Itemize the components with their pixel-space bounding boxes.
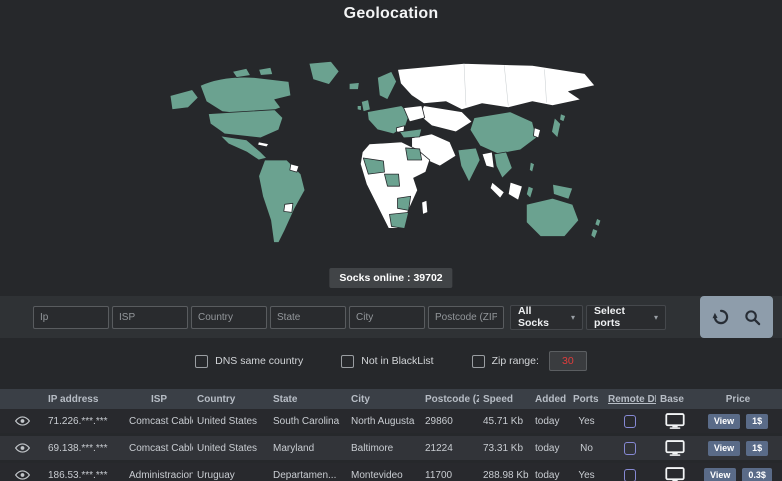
- socks-type-value: All Socks: [518, 305, 565, 329]
- checkbox-box[interactable]: [195, 355, 208, 368]
- isp-filter-input[interactable]: [112, 306, 188, 329]
- header-ports: Ports: [569, 394, 604, 405]
- cell-postcode: 21224: [421, 443, 479, 454]
- ports-value: Select ports: [594, 305, 648, 329]
- cell-speed: 73.31 Kb: [479, 443, 531, 454]
- cell-postcode: 29860: [421, 416, 479, 427]
- header-price: Price: [694, 394, 782, 405]
- header-city: City: [347, 394, 421, 405]
- cell-state: South Carolina: [269, 416, 347, 427]
- cell-state: Maryland: [269, 443, 347, 454]
- page-title: Geolocation: [0, 5, 782, 23]
- cell-added: today: [531, 470, 569, 481]
- view-button[interactable]: View: [708, 441, 740, 456]
- table-row[interactable]: 69.138.***.*** Comcast Cable ... United …: [0, 436, 782, 460]
- checkbox-box[interactable]: [472, 355, 485, 368]
- filter-actions: [700, 296, 773, 338]
- header-added: Added: [531, 394, 569, 405]
- table-row[interactable]: 71.226.***.*** Comcast Cable ... United …: [0, 409, 782, 433]
- header-base: Base: [656, 394, 694, 405]
- filter-bar: All Socks ▾ Select ports ▾: [0, 296, 782, 338]
- eye-icon[interactable]: [15, 443, 30, 453]
- remote-dns-checkbox[interactable]: [624, 469, 636, 481]
- header-speed: Speed: [479, 394, 531, 405]
- zip-range-group: Zip range:: [472, 351, 587, 371]
- cell-added: today: [531, 416, 569, 427]
- chevron-down-icon: ▾: [571, 313, 575, 322]
- checkbox-label: Zip range:: [492, 355, 539, 367]
- not-in-blacklist-checkbox[interactable]: Not in BlackList: [341, 355, 433, 368]
- cell-ports: Yes: [569, 470, 604, 481]
- search-button[interactable]: [744, 309, 761, 326]
- header-ip: IP address: [44, 394, 125, 405]
- checkbox-label: Not in BlackList: [361, 355, 433, 367]
- socks-table: IP address ISP Country State City Postco…: [0, 389, 782, 481]
- cell-city: North Augusta: [347, 416, 421, 427]
- eye-icon[interactable]: [15, 416, 30, 426]
- header-state: State: [269, 394, 347, 405]
- filter-options-row: DNS same country Not in BlackList Zip ra…: [0, 346, 782, 376]
- header-remote-dns[interactable]: Remote DNS: [604, 394, 656, 405]
- cell-speed: 45.71 Kb: [479, 416, 531, 427]
- checkbox-label: DNS same country: [215, 355, 303, 367]
- cell-city: Montevideo: [347, 470, 421, 481]
- monitor-icon: [665, 467, 685, 481]
- price-button[interactable]: 1$: [746, 441, 768, 456]
- view-button[interactable]: View: [704, 468, 736, 481]
- chevron-down-icon: ▾: [654, 313, 658, 322]
- dns-same-country-checkbox[interactable]: DNS same country: [195, 355, 303, 368]
- cell-state: Departamen...: [269, 470, 347, 481]
- country-filter-input[interactable]: [191, 306, 267, 329]
- monitor-icon: [665, 440, 685, 456]
- postcode-filter-input[interactable]: [428, 306, 504, 329]
- ports-select[interactable]: Select ports ▾: [586, 305, 666, 330]
- eye-icon[interactable]: [15, 470, 30, 480]
- refresh-button[interactable]: [712, 308, 730, 326]
- cell-isp: Comcast Cable ...: [125, 416, 193, 427]
- cell-ip: 69.138.***.***: [44, 443, 125, 454]
- cell-postcode: 11700: [421, 470, 479, 481]
- world-map-svg[interactable]: [162, 56, 620, 260]
- price-button[interactable]: 0.3$: [742, 468, 772, 481]
- cell-country: United States: [193, 416, 269, 427]
- remote-dns-checkbox[interactable]: [624, 415, 636, 428]
- ip-filter-input[interactable]: [33, 306, 109, 329]
- search-icon: [744, 309, 761, 326]
- cell-country: United States: [193, 443, 269, 454]
- zip-range-checkbox[interactable]: Zip range:: [472, 355, 539, 368]
- header-country: Country: [193, 394, 269, 405]
- cell-ports: No: [569, 443, 604, 454]
- monitor-icon: [665, 413, 685, 429]
- cell-city: Baltimore: [347, 443, 421, 454]
- cell-ip: 186.53.***.***: [44, 470, 125, 481]
- remote-dns-checkbox[interactable]: [624, 442, 636, 455]
- world-map[interactable]: [162, 56, 620, 260]
- table-row[interactable]: 186.53.***.*** Administracion... Uruguay…: [0, 463, 782, 481]
- city-filter-input[interactable]: [349, 306, 425, 329]
- state-filter-input[interactable]: [270, 306, 346, 329]
- header-postcode: Postcode (ZIP): [421, 394, 479, 405]
- price-button[interactable]: 1$: [746, 414, 768, 429]
- socks-online-label: Socks online : 39702: [339, 272, 442, 284]
- cell-isp: Comcast Cable ...: [125, 443, 193, 454]
- view-button[interactable]: View: [708, 414, 740, 429]
- socks-online-badge: Socks online : 39702: [329, 268, 452, 288]
- cell-ports: Yes: [569, 416, 604, 427]
- cell-added: today: [531, 443, 569, 454]
- refresh-icon: [712, 308, 730, 326]
- cell-speed: 288.98 Kb: [479, 470, 531, 481]
- cell-country: Uruguay: [193, 470, 269, 481]
- checkbox-box[interactable]: [341, 355, 354, 368]
- zip-range-input[interactable]: [549, 351, 587, 371]
- cell-ip: 71.226.***.***: [44, 416, 125, 427]
- socks-type-select[interactable]: All Socks ▾: [510, 305, 583, 330]
- cell-isp: Administracion...: [125, 470, 193, 481]
- table-header: IP address ISP Country State City Postco…: [0, 389, 782, 409]
- header-isp: ISP: [125, 394, 193, 405]
